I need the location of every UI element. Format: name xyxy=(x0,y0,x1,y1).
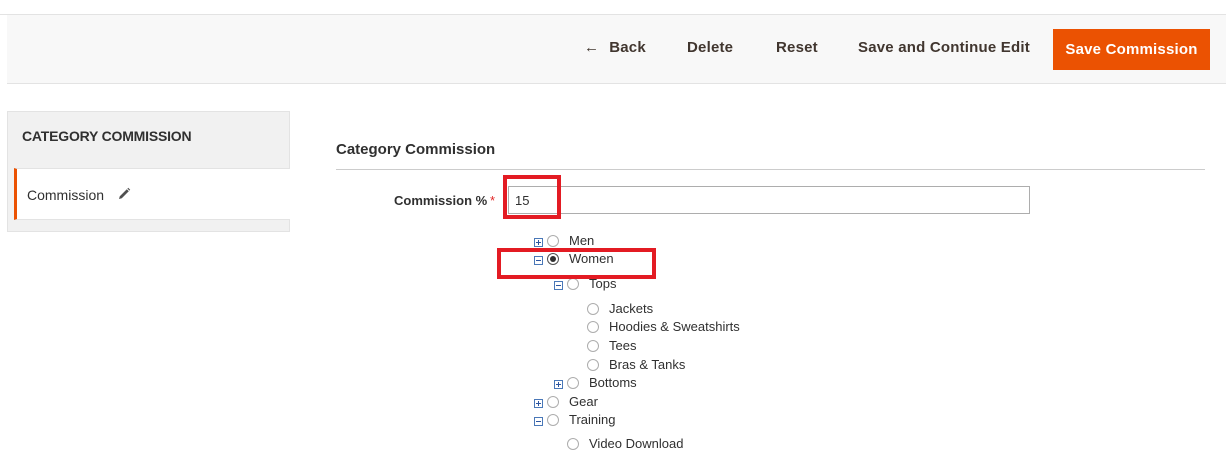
back-button[interactable]: ← Back xyxy=(584,39,646,56)
radio-bras-tanks[interactable] xyxy=(587,359,599,371)
radio-training[interactable] xyxy=(547,414,559,426)
tree-node-label[interactable]: Gear xyxy=(569,394,598,409)
arrow-left-icon: ← xyxy=(584,39,600,56)
tree-node-label[interactable]: Training xyxy=(569,412,615,427)
sidebar-item-label: Commission xyxy=(27,187,105,203)
radio-gear[interactable] xyxy=(547,396,559,408)
pencil-icon xyxy=(119,187,131,199)
tree-node-label[interactable]: Video Download xyxy=(589,436,683,451)
save-and-continue-button[interactable]: Save and Continue Edit xyxy=(858,39,1030,56)
collapse-icon[interactable] xyxy=(554,281,563,290)
radio-women[interactable] xyxy=(547,253,559,265)
expand-icon[interactable] xyxy=(534,399,543,408)
expand-icon[interactable] xyxy=(554,380,563,389)
radio-tees[interactable] xyxy=(587,340,599,352)
commission-input[interactable] xyxy=(508,186,1030,214)
tree-node-label[interactable]: Hoodies & Sweatshirts xyxy=(609,319,740,334)
tree-node-label[interactable]: Bottoms xyxy=(589,375,637,390)
radio-jackets[interactable] xyxy=(587,303,599,315)
sidebar-item-commission[interactable]: Commission xyxy=(14,168,290,220)
reset-button[interactable]: Reset xyxy=(776,39,818,56)
sidebar-title: CATEGORY COMMISSION xyxy=(22,128,192,144)
radio-video-download[interactable] xyxy=(567,438,579,450)
commission-label: Commission % xyxy=(394,193,488,208)
tree-node-label[interactable]: Tees xyxy=(609,338,636,353)
radio-hoodies-sweatshirts[interactable] xyxy=(587,321,599,333)
tree-node-label[interactable]: Bras & Tanks xyxy=(609,357,685,372)
sidebar: CATEGORY COMMISSION Commission xyxy=(7,111,290,232)
tree-node-label[interactable]: Men xyxy=(569,233,594,248)
tree-node-label[interactable]: Women xyxy=(569,251,614,266)
tree-node-label[interactable]: Jackets xyxy=(609,301,653,316)
page-actions-bar: ← Back Delete Reset Save and Continue Edi… xyxy=(7,15,1226,84)
collapse-icon[interactable] xyxy=(534,417,543,426)
collapse-icon[interactable] xyxy=(534,256,543,265)
radio-tops[interactable] xyxy=(567,278,579,290)
section-title: Category Commission xyxy=(336,141,496,158)
expand-icon[interactable] xyxy=(534,238,543,247)
radio-bottoms[interactable] xyxy=(567,377,579,389)
required-indicator: * xyxy=(490,193,496,208)
back-label: Back xyxy=(609,39,646,56)
radio-men[interactable] xyxy=(547,235,559,247)
tree-node-label[interactable]: Tops xyxy=(589,276,616,291)
delete-button[interactable]: Delete xyxy=(687,39,733,56)
section-divider xyxy=(336,169,1205,170)
save-commission-button[interactable]: Save Commission xyxy=(1053,29,1210,70)
